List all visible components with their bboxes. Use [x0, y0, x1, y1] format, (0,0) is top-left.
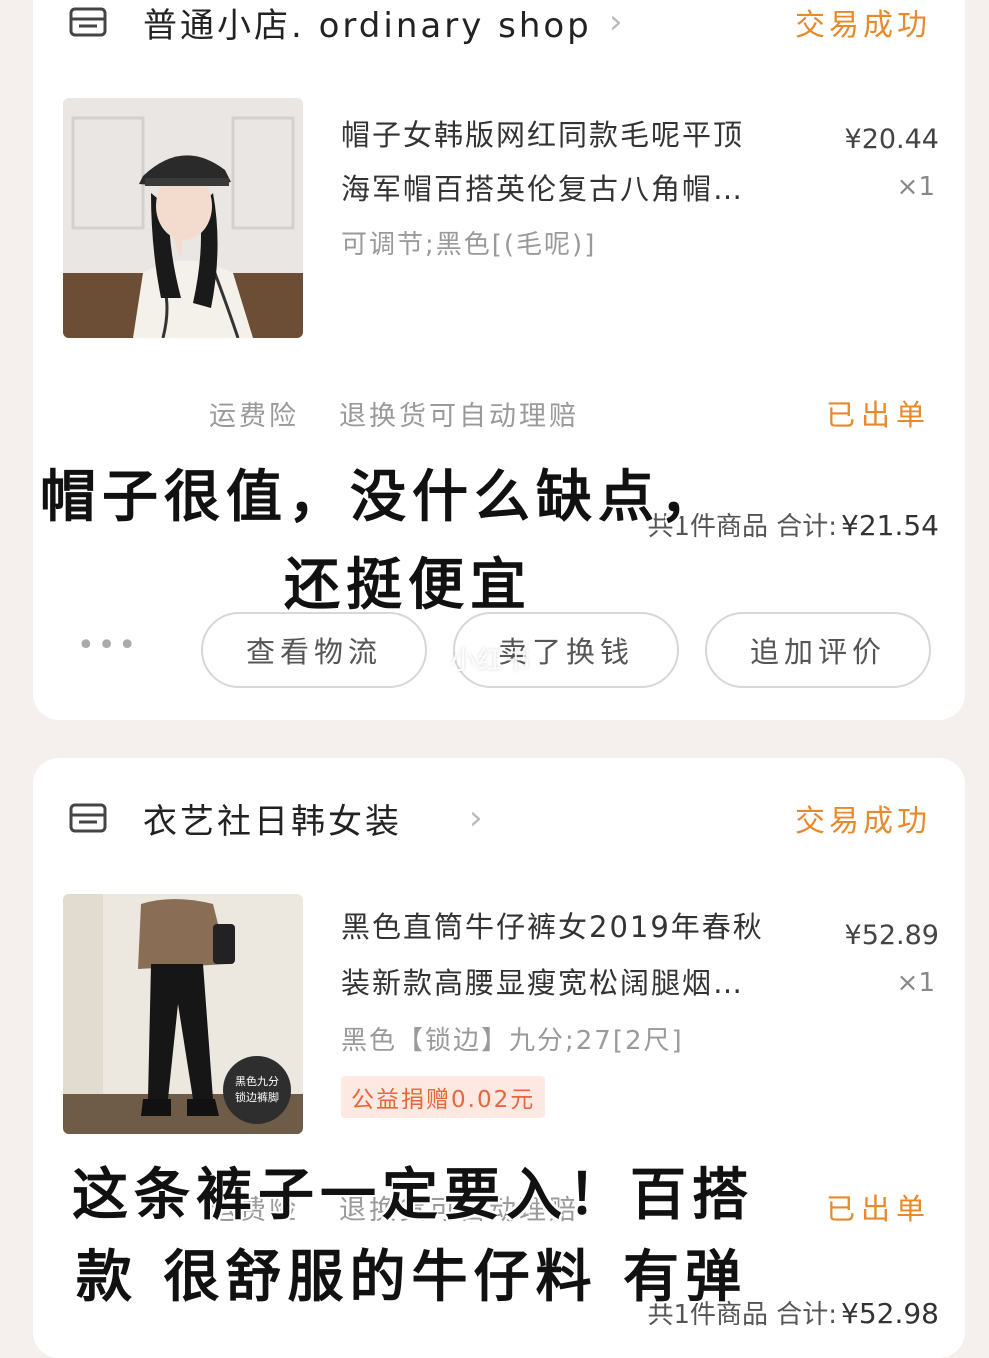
more-options-icon[interactable]: •••	[77, 628, 139, 663]
product-photo-hat	[63, 98, 303, 338]
caption-2-line-2: 款 很舒服的牛仔料 有弹	[76, 1245, 747, 1310]
product-price: ¥20.44	[844, 124, 939, 155]
badge-line-2: 锁边裤脚	[235, 1091, 279, 1104]
product-feature-badge: 黑色九分 锁边裤脚	[223, 1056, 291, 1124]
product-quantity: ×1	[896, 968, 935, 998]
service-freight-insurance: 运费险	[209, 401, 299, 432]
product-quantity: ×1	[896, 172, 935, 202]
service-auto-claim: 退换货可自动理赔	[339, 401, 579, 432]
product-sku: 可调节;黑色[(毛呢)]	[341, 230, 597, 260]
product-title-line-2[interactable]: 海军帽百搭英伦复古八角帽…	[341, 166, 744, 208]
shop-header[interactable]: 衣艺社日韩女装 › 交易成功	[33, 788, 965, 848]
order-status: 交易成功	[795, 8, 931, 43]
product-title-line-1[interactable]: 帽子女韩版网红同款毛呢平顶	[341, 112, 744, 154]
store-icon	[69, 803, 107, 833]
product-title-line-1[interactable]: 黑色直筒牛仔裤女2019年春秋	[341, 904, 764, 946]
watermark: 小红书	[450, 646, 532, 676]
product-thumbnail[interactable]: 黑色九分 锁边裤脚	[63, 894, 303, 1134]
caption-1-line-2: 还挺便宜	[284, 553, 532, 618]
charity-donation-tag: 公益捐赠0.02元	[341, 1076, 546, 1118]
add-review-button[interactable]: 追加评价	[705, 612, 931, 688]
shop-name[interactable]: 衣艺社日韩女装	[143, 794, 402, 843]
shipping-status: 已出单	[825, 398, 931, 432]
view-logistics-button[interactable]: 查看物流	[201, 612, 427, 688]
product-thumbnail[interactable]	[63, 98, 303, 338]
shop-name[interactable]: 普通小店. ordinary shop	[143, 0, 592, 47]
shop-header[interactable]: 普通小店. ordinary shop › 交易成功	[33, 0, 965, 52]
chevron-right-icon: ›	[469, 798, 483, 838]
caption-1-line-1: 帽子很值，没什么缺点，	[40, 465, 722, 530]
total-amount: ¥52.98	[841, 1297, 939, 1330]
badge-line-1: 黑色九分	[235, 1075, 279, 1088]
product-price: ¥52.89	[844, 920, 939, 951]
product-sku: 黑色【锁边】九分;27[2尺]	[341, 1026, 684, 1056]
chevron-right-icon: ›	[609, 2, 623, 42]
product-title-line-2[interactable]: 装新款高腰显瘦宽松阔腿烟…	[341, 960, 744, 1002]
total-amount: ¥21.54	[841, 509, 939, 542]
order-status: 交易成功	[795, 804, 931, 839]
service-tags: 运费险 退换货可自动理赔	[209, 394, 579, 433]
shipping-status: 已出单	[825, 1192, 931, 1226]
store-icon	[69, 7, 107, 37]
caption-2-line-1: 这条裤子一定要入！百搭	[72, 1163, 754, 1228]
